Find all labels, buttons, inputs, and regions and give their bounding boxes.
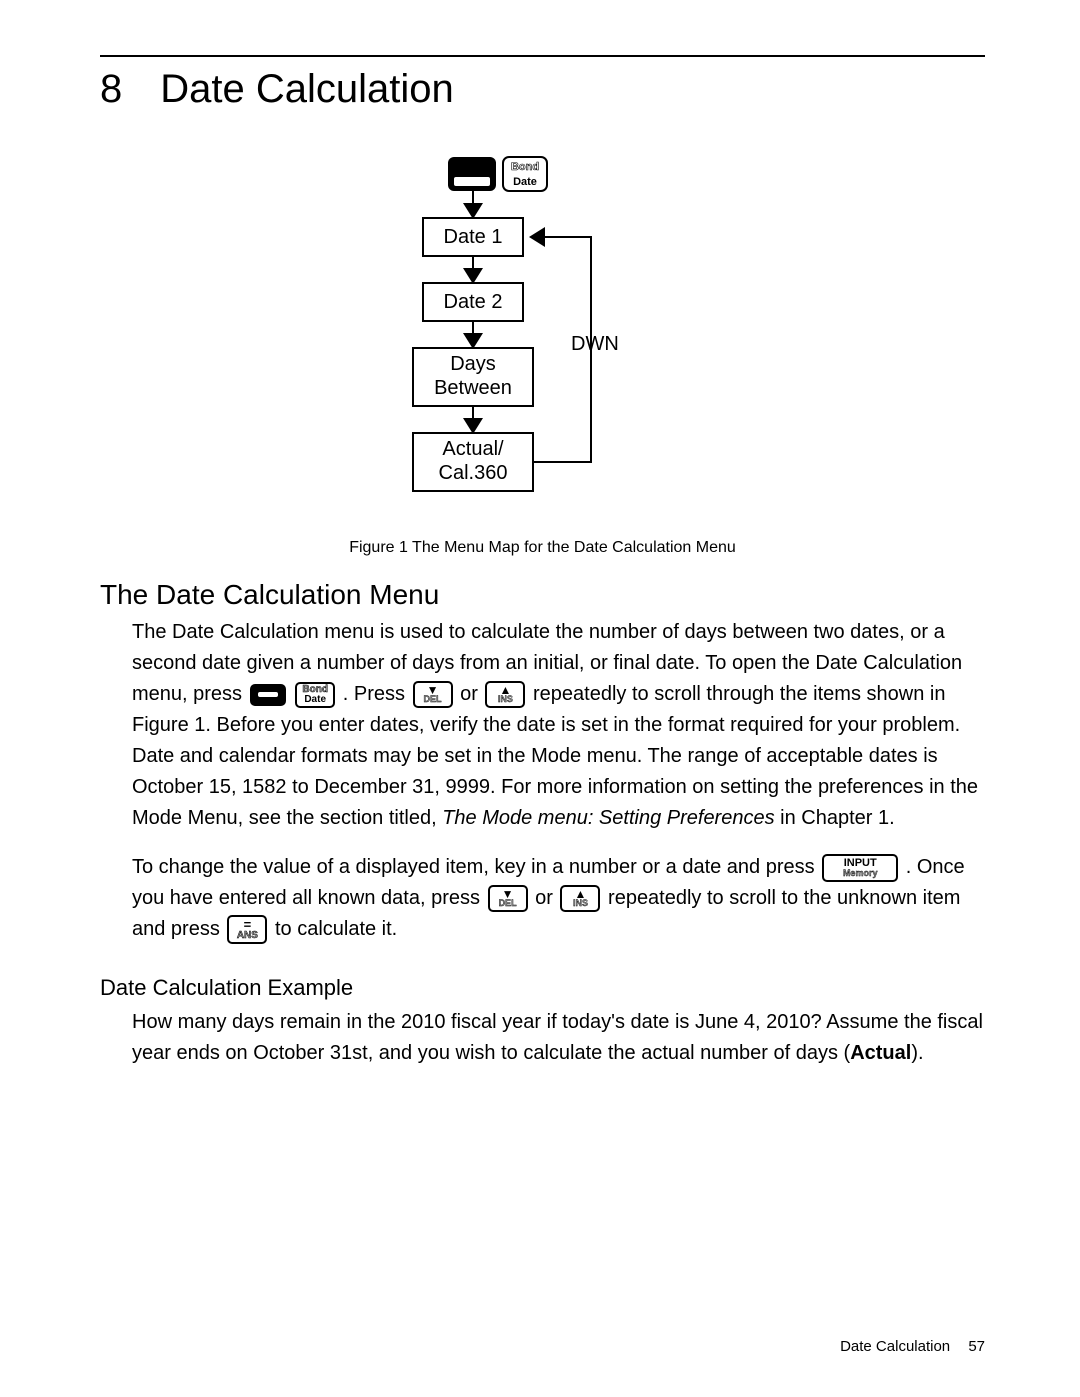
- chapter-heading: 8 Date Calculation: [100, 67, 985, 112]
- diagram-loop-label: DWN: [571, 333, 619, 355]
- figure-1: Bond Date Date 1 Date 2 Days Between Act…: [100, 152, 985, 557]
- diagram-node-days: Days: [450, 353, 496, 375]
- input-key-icon: INPUT Memory: [822, 854, 898, 882]
- chapter-number: 8: [100, 67, 122, 112]
- mode-menu-ref: The Mode menu: Setting Preferences: [442, 807, 774, 829]
- diagram-node-between: Between: [434, 377, 512, 399]
- section-heading-example: Date Calculation Example: [100, 975, 985, 1001]
- paragraph-1: The Date Calculation menu is used to cal…: [132, 617, 985, 834]
- diagram-key-bot: Date: [513, 176, 537, 188]
- section-body-1: The Date Calculation menu is used to cal…: [132, 617, 985, 945]
- paragraph-3: How many days remain in the 2010 fiscal …: [132, 1007, 985, 1069]
- diagram-node-actual: Actual/: [442, 438, 504, 460]
- bond-date-key-icon: Bond Date: [295, 682, 335, 708]
- equals-key-icon: = ANS: [227, 915, 267, 944]
- paragraph-2: To change the value of a displayed item,…: [132, 852, 985, 945]
- up-arrow-key-icon: ▲ INS: [485, 681, 525, 708]
- top-rule: [100, 55, 985, 57]
- diagram-node-date2: Date 2: [443, 291, 502, 313]
- up-arrow-key-icon: ▲ INS: [560, 885, 600, 912]
- page: 8 Date Calculation Bond Date Date 1 Date: [0, 0, 1080, 1397]
- page-footer: Date Calculation 57: [840, 1338, 985, 1355]
- diagram-node-cal360: Cal.360: [438, 462, 507, 484]
- down-arrow-key-icon: ▼ DEL: [413, 681, 453, 708]
- menu-map-diagram: Bond Date Date 1 Date 2 Days Between Act…: [393, 152, 693, 522]
- shift-key-icon: [250, 684, 286, 706]
- section-body-2: How many days remain in the 2010 fiscal …: [132, 1007, 985, 1069]
- down-arrow-key-icon: ▼ DEL: [488, 885, 528, 912]
- actual-bold: Actual: [850, 1042, 911, 1064]
- footer-label: Date Calculation: [840, 1338, 950, 1355]
- page-number: 57: [968, 1338, 985, 1355]
- diagram-key-top: Bond: [510, 161, 538, 173]
- chapter-title: Date Calculation: [160, 67, 454, 112]
- section-heading-menu: The Date Calculation Menu: [100, 579, 985, 611]
- figure-caption: Figure 1 The Menu Map for the Date Calcu…: [100, 539, 985, 557]
- diagram-node-date1: Date 1: [443, 226, 502, 248]
